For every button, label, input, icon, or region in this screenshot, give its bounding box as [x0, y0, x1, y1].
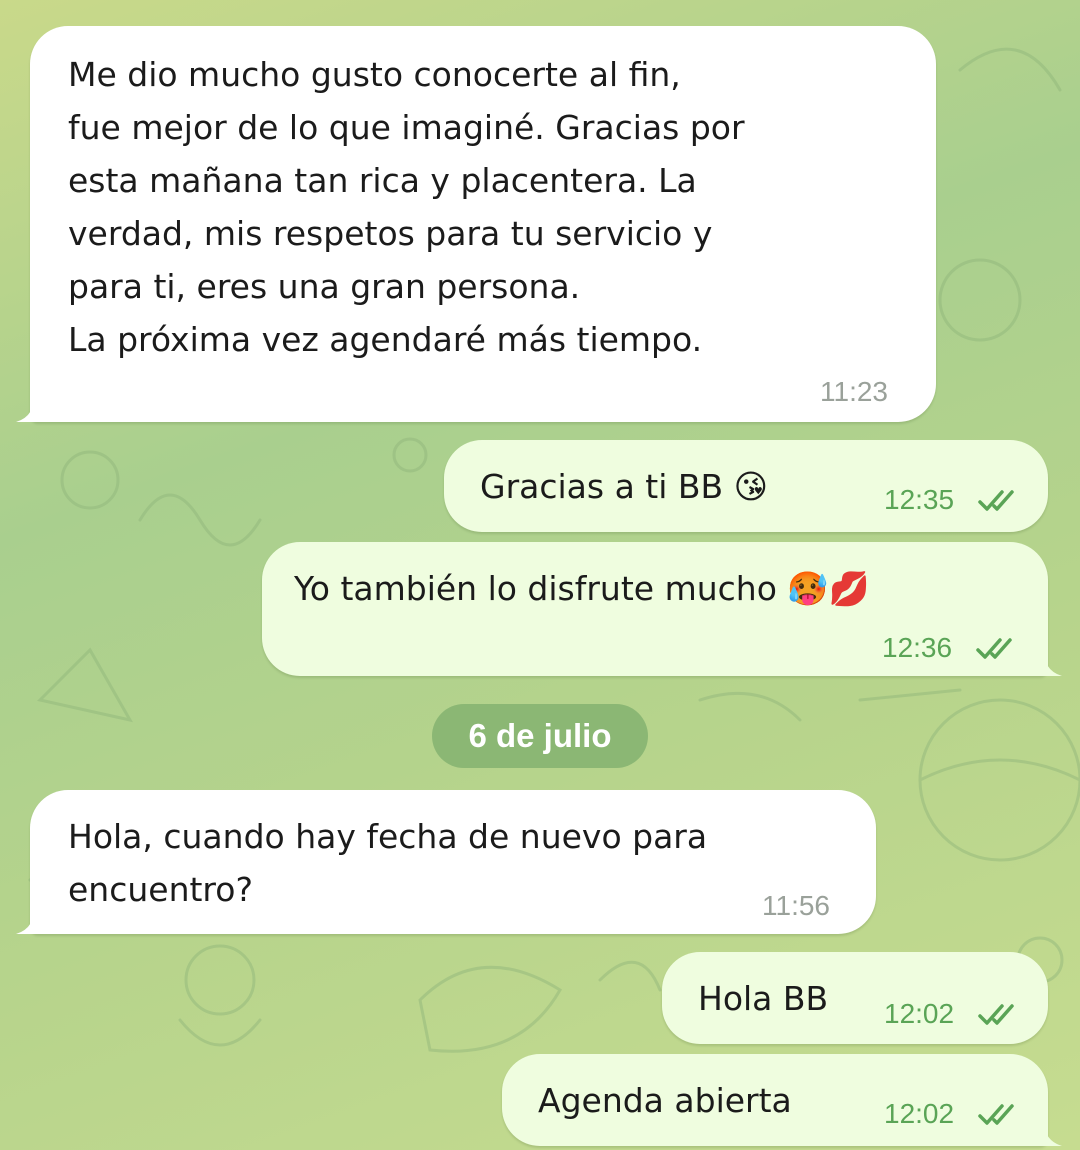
- message-outgoing[interactable]: Yo también lo disfrute mucho 🥵💋 12:36: [262, 542, 1062, 676]
- message-time: 12:36: [882, 632, 953, 663]
- message-text: Yo también lo disfrute mucho 🥵💋: [294, 569, 870, 608]
- message-text: Hola BB: [698, 979, 829, 1018]
- message-incoming[interactable]: Me dio mucho gusto conocerte al fin, fue…: [16, 26, 936, 422]
- message-time: 12:02: [884, 998, 955, 1029]
- message-outgoing[interactable]: Gracias a ti BB 😘 12:35: [444, 440, 1048, 532]
- double-check-icon: [978, 490, 1014, 511]
- message-outgoing[interactable]: Agenda abierta 12:02: [502, 1054, 1062, 1146]
- message-time: 12:35: [884, 484, 955, 515]
- message-outgoing[interactable]: Hola BB 12:02: [662, 952, 1048, 1044]
- message-text: Gracias a ti BB 😘: [480, 467, 769, 506]
- bubble-tail: [1032, 1116, 1062, 1146]
- bubble-tail: [16, 904, 46, 934]
- double-check-icon: [978, 1104, 1014, 1125]
- date-separator: 6 de julio: [432, 704, 648, 768]
- bubble-tail: [1032, 646, 1062, 676]
- double-check-icon: [978, 1004, 1014, 1025]
- message-text: Agenda abierta: [538, 1081, 792, 1120]
- message-time: 11:56: [762, 890, 830, 921]
- message-time: 12:02: [884, 1098, 955, 1129]
- double-check-icon: [976, 638, 1012, 659]
- message-text: Me dio mucho gusto conocerte al fin, fue…: [68, 55, 745, 359]
- message-incoming[interactable]: Hola, cuando hay fecha de nuevo para enc…: [16, 790, 876, 934]
- bubble-tail: [16, 392, 46, 422]
- message-text: Hola, cuando hay fecha de nuevo para enc…: [68, 817, 708, 909]
- message-time: 11:23: [820, 376, 888, 407]
